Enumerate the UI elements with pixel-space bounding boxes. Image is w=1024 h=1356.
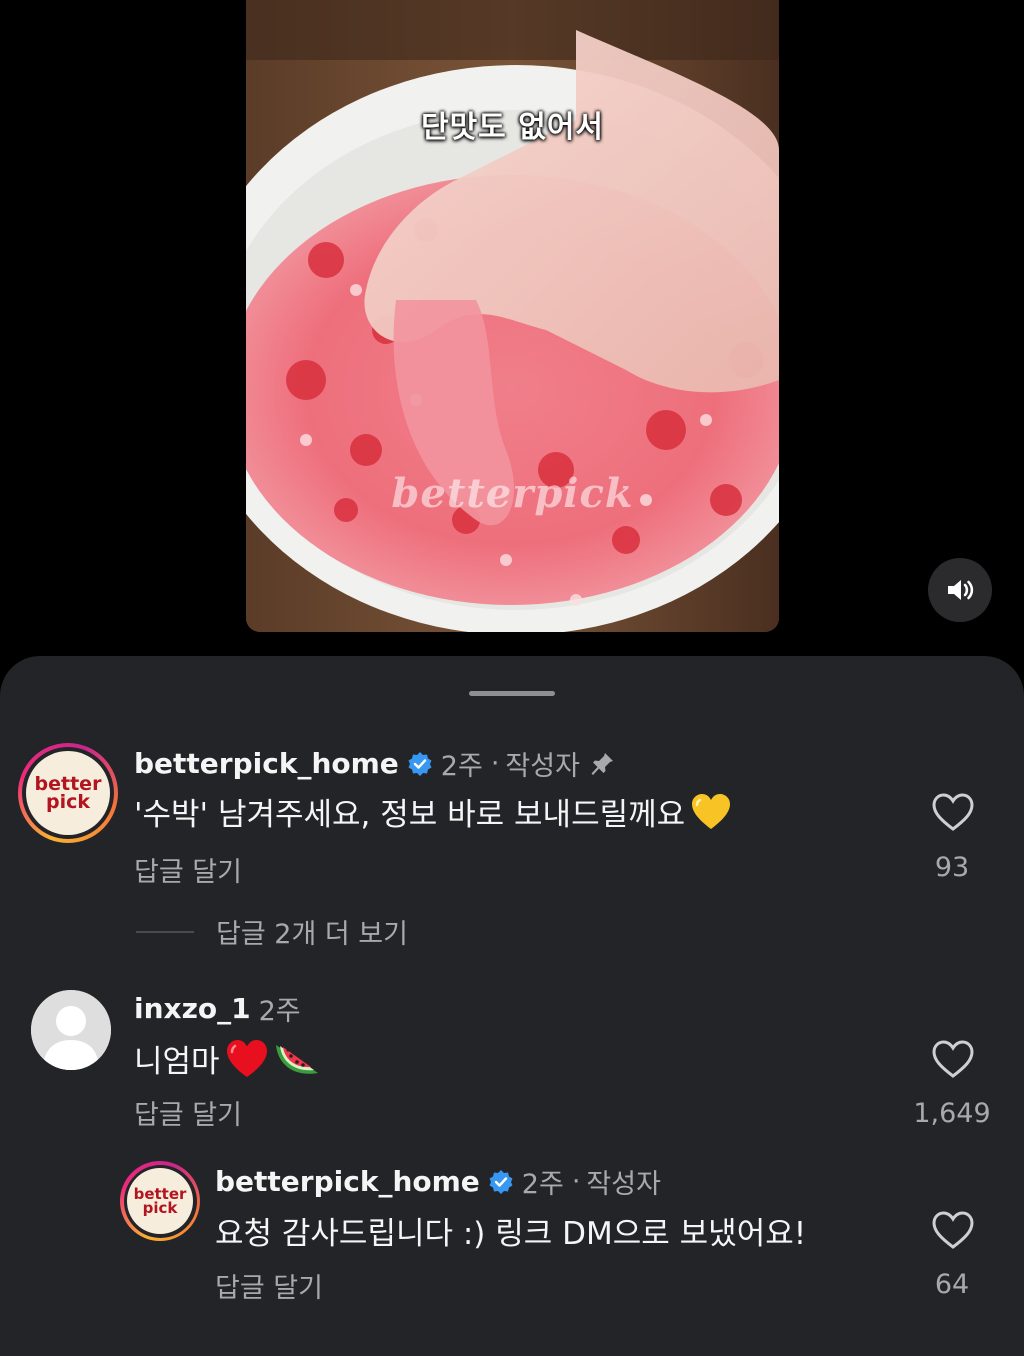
view-more-replies-label: 답글 2개 더 보기 bbox=[216, 919, 408, 950]
comment-text: '수박' 남겨주세요, 정보 바로 보내드릴께요 bbox=[134, 789, 731, 834]
reply-button[interactable]: 답글 달기 bbox=[134, 850, 242, 889]
meta-separator: · bbox=[571, 1166, 581, 1197]
video-watermark: betterpick bbox=[391, 470, 634, 517]
thread-line bbox=[136, 930, 194, 933]
comment-time: 2주 bbox=[258, 996, 301, 1027]
red-heart-icon bbox=[226, 1039, 268, 1079]
sheet-grabber[interactable] bbox=[469, 691, 555, 696]
avatar[interactable]: better pick bbox=[18, 743, 118, 843]
meta-separator: · bbox=[490, 748, 500, 779]
watermelon-icon bbox=[274, 1039, 320, 1079]
like-count: 93 bbox=[934, 852, 970, 883]
comment-text: 니엄마 bbox=[134, 1036, 320, 1081]
comment-header: betterpick_home 2주 · 작성자 bbox=[134, 744, 616, 783]
author-tag: 작성자 bbox=[586, 1169, 661, 1200]
comment-username[interactable]: inxzo_1 bbox=[134, 992, 251, 1025]
pin-icon bbox=[588, 750, 616, 778]
betterpick-logo: better pick bbox=[127, 1168, 193, 1234]
betterpick-logo: better pick bbox=[26, 751, 110, 835]
heart-icon[interactable] bbox=[931, 1039, 975, 1079]
like-count: 64 bbox=[934, 1269, 970, 1300]
heart-icon[interactable] bbox=[931, 792, 975, 832]
comment-header: inxzo_1 2주 bbox=[134, 989, 301, 1028]
speaker-icon bbox=[948, 580, 974, 600]
comments-sheet: better pick betterpick_home 2주 · 작성자 '수박… bbox=[0, 656, 1024, 1356]
reply-button[interactable]: 답글 달기 bbox=[134, 1093, 242, 1132]
verified-badge-icon bbox=[488, 1169, 514, 1195]
avatar[interactable] bbox=[31, 990, 111, 1070]
view-more-replies-button[interactable]: 답글 2개 더 보기 bbox=[136, 912, 408, 951]
verified-badge-icon bbox=[407, 751, 433, 777]
author-tag: 작성자 bbox=[505, 751, 580, 782]
heart-icon[interactable] bbox=[931, 1210, 975, 1250]
comment-username[interactable]: betterpick_home bbox=[215, 1165, 480, 1198]
comment-time: 2주 bbox=[440, 751, 483, 782]
avatar[interactable]: better pick bbox=[120, 1161, 200, 1241]
comment-time: 2주 bbox=[521, 1169, 564, 1200]
video-player[interactable]: 단맛도 없어서 betterpick bbox=[0, 0, 1024, 660]
video-caption: 단맛도 없어서 bbox=[420, 110, 605, 145]
default-avatar-icon bbox=[31, 990, 111, 1070]
comment-username[interactable]: betterpick_home bbox=[134, 747, 399, 780]
comment-text: 요청 감사드립니다 :) 링크 DM으로 보냈어요! bbox=[215, 1216, 807, 1252]
comment-header: betterpick_home 2주 · 작성자 bbox=[215, 1162, 661, 1201]
video-frame[interactable]: 단맛도 없어서 betterpick bbox=[246, 0, 779, 632]
reply-button[interactable]: 답글 달기 bbox=[215, 1266, 323, 1305]
sound-toggle-button[interactable] bbox=[928, 558, 992, 622]
like-count: 1,649 bbox=[913, 1098, 991, 1129]
yellow-heart-icon bbox=[691, 793, 731, 831]
video-still bbox=[246, 0, 779, 632]
